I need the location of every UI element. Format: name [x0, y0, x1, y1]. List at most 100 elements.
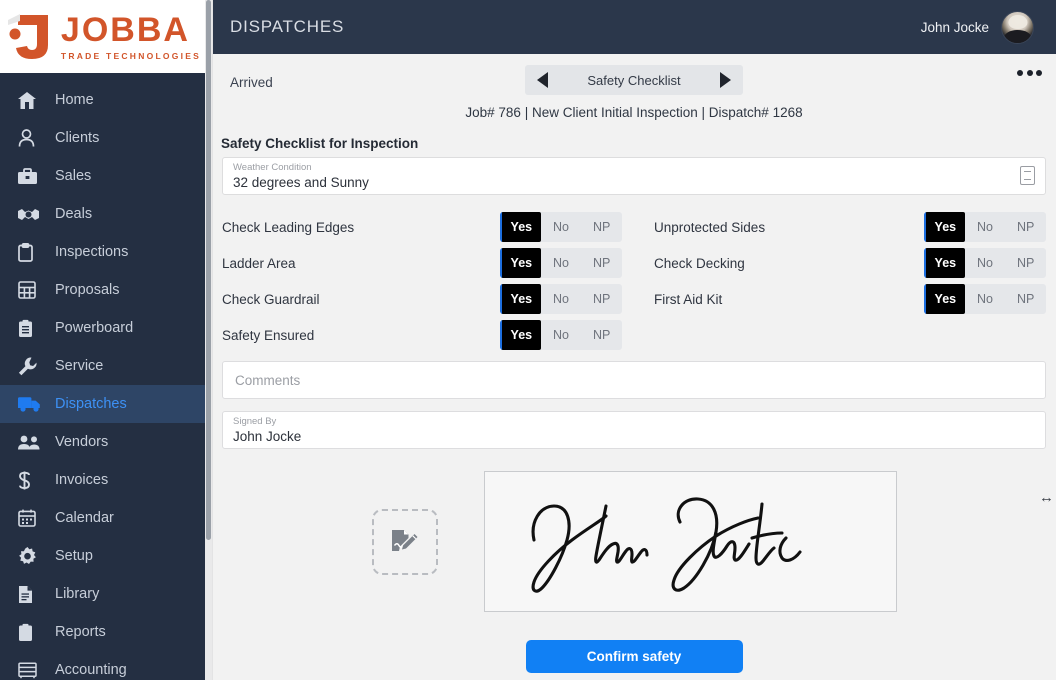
- sidebar-scrollbar-thumb[interactable]: [206, 0, 211, 540]
- sidebar-item-label: Deals: [55, 206, 93, 222]
- sidebar-item-label: Accounting: [55, 662, 127, 678]
- yes-no-np-toggle: Yes No NP: [500, 212, 622, 242]
- sidebar: JOBBA TRADE TECHNOLOGIES Home Clients Sa…: [0, 0, 212, 680]
- person-icon: [18, 128, 42, 148]
- sidebar-item-accounting[interactable]: Accounting: [0, 651, 212, 680]
- checklist-label: Unprotected Sides: [654, 219, 766, 235]
- checklist-column-right: Unprotected Sides Yes No NP Check Deckin…: [634, 209, 1046, 353]
- yes-no-np-toggle: Yes No NP: [500, 320, 622, 350]
- checklist-label: Ladder Area: [222, 255, 296, 271]
- sidebar-item-vendors[interactable]: Vendors: [0, 423, 212, 461]
- toggle-option-np[interactable]: NP: [581, 212, 622, 242]
- sidebar-item-home[interactable]: Home: [0, 81, 212, 119]
- handshake-icon: [18, 204, 42, 224]
- toggle-option-np[interactable]: NP: [581, 248, 622, 278]
- signature-edit-icon[interactable]: [371, 508, 438, 575]
- sidebar-item-reports[interactable]: Reports: [0, 613, 212, 651]
- sidebar-item-proposals[interactable]: Proposals: [0, 271, 212, 309]
- checklist-label: Check Decking: [654, 255, 745, 271]
- checklist-column-left: Check Leading Edges Yes No NP Ladder Are…: [222, 209, 634, 353]
- content-area: Arrived Safety Checklist Job# 786 | New …: [212, 54, 1056, 673]
- toggle-option-no[interactable]: No: [541, 284, 582, 314]
- clipboard-icon: [18, 242, 42, 262]
- jobba-mark-icon: [7, 12, 52, 62]
- toggle-option-np[interactable]: NP: [1005, 284, 1046, 314]
- toggle-option-yes[interactable]: Yes: [500, 248, 541, 278]
- toggle-option-yes[interactable]: Yes: [924, 248, 965, 278]
- sidebar-scrollbar[interactable]: [205, 0, 212, 680]
- chevron-right-icon[interactable]: [719, 72, 731, 88]
- toggle-option-yes[interactable]: Yes: [500, 212, 541, 242]
- sidebar-item-label: Setup: [55, 548, 93, 564]
- brand-name: JOBBA: [60, 10, 190, 49]
- yes-no-np-toggle: Yes No NP: [924, 248, 1046, 278]
- checklist-row: Check Guardrail Yes No NP: [222, 281, 622, 317]
- checklist-navigation-row: Arrived Safety Checklist: [212, 54, 1056, 98]
- sidebar-item-deals[interactable]: Deals: [0, 195, 212, 233]
- section-title: Safety Checklist for Inspection: [221, 136, 419, 151]
- job-info-line: Job# 786 | New Client Initial Inspection…: [465, 105, 803, 120]
- signed-by-field[interactable]: Signed By John Jocke: [222, 411, 1046, 449]
- status-badge: Arrived: [230, 75, 273, 90]
- wrench-icon: [18, 356, 42, 376]
- brand-logo[interactable]: JOBBA TRADE TECHNOLOGIES: [0, 0, 205, 73]
- sidebar-item-library[interactable]: Library: [0, 575, 212, 613]
- toggle-option-no[interactable]: No: [541, 212, 582, 242]
- sidebar-item-inspections[interactable]: Inspections: [0, 233, 212, 271]
- sidebar-item-label: Sales: [55, 168, 92, 184]
- yes-no-np-toggle: Yes No NP: [500, 248, 622, 278]
- signed-by-value: John Jocke: [233, 429, 302, 444]
- toggle-option-no[interactable]: No: [965, 212, 1006, 242]
- horizontal-resize-icon[interactable]: ↔: [1039, 490, 1054, 505]
- toggle-option-no[interactable]: No: [541, 320, 582, 350]
- sidebar-item-dispatches[interactable]: Dispatches: [0, 385, 212, 423]
- toggle-option-yes[interactable]: Yes: [500, 320, 541, 350]
- sidebar-item-powerboard[interactable]: Powerboard: [0, 309, 212, 347]
- abacus-icon: [18, 660, 42, 680]
- sidebar-item-sales[interactable]: Sales: [0, 157, 212, 195]
- document-icon: [18, 584, 42, 604]
- clipboard-list-icon: [18, 318, 42, 338]
- toggle-option-yes[interactable]: Yes: [500, 284, 541, 314]
- yes-no-np-toggle: Yes No NP: [924, 284, 1046, 314]
- toggle-option-no[interactable]: No: [541, 248, 582, 278]
- toggle-option-np[interactable]: NP: [581, 320, 622, 350]
- checklist-row: Check Decking Yes No NP: [654, 245, 1046, 281]
- avatar[interactable]: [1001, 10, 1034, 44]
- checklist-row: First Aid Kit Yes No NP: [654, 281, 1046, 317]
- confirm-safety-button[interactable]: Confirm safety: [525, 640, 743, 673]
- chevron-left-icon[interactable]: [537, 72, 548, 88]
- dollar-icon: [18, 470, 42, 490]
- comments-input[interactable]: Comments: [222, 361, 1046, 399]
- checklist-label: Check Leading Edges: [222, 219, 355, 235]
- sidebar-item-label: Invoices: [55, 472, 109, 488]
- sidebar-item-invoices[interactable]: Invoices: [0, 461, 212, 499]
- calendar-icon: [18, 508, 42, 528]
- gear-icon: [18, 546, 42, 566]
- page-title: DISPATCHES: [230, 17, 345, 36]
- device-icon[interactable]: [1020, 166, 1035, 185]
- checklist-row: Check Leading Edges Yes No NP: [222, 209, 622, 245]
- toggle-option-no[interactable]: No: [965, 284, 1006, 314]
- toggle-option-yes[interactable]: Yes: [924, 212, 965, 242]
- weather-condition-field[interactable]: Weather Condition 32 degrees and Sunny: [222, 157, 1046, 195]
- toggle-option-np[interactable]: NP: [1005, 212, 1046, 242]
- toggle-option-np[interactable]: NP: [1005, 248, 1046, 278]
- signature-image[interactable]: [483, 471, 897, 612]
- sidebar-item-clients[interactable]: Clients: [0, 119, 212, 157]
- step-navigator: Safety Checklist: [525, 65, 743, 95]
- step-label: Safety Checklist: [587, 72, 681, 88]
- user-name: John Jocke: [920, 19, 989, 35]
- toggle-option-no[interactable]: No: [965, 248, 1006, 278]
- checklist-row: Safety Ensured Yes No NP: [222, 317, 622, 353]
- sidebar-item-label: Clients: [55, 130, 100, 146]
- sidebar-item-setup[interactable]: Setup: [0, 537, 212, 575]
- sidebar-item-service[interactable]: Service: [0, 347, 212, 385]
- kebab-menu-icon[interactable]: [1017, 70, 1042, 76]
- toggle-option-np[interactable]: NP: [581, 284, 622, 314]
- sidebar-item-label: Proposals: [55, 282, 120, 298]
- sidebar-item-calendar[interactable]: Calendar: [0, 499, 212, 537]
- comments-placeholder: Comments: [235, 372, 301, 388]
- sidebar-item-label: Home: [55, 92, 94, 108]
- toggle-option-yes[interactable]: Yes: [924, 284, 965, 314]
